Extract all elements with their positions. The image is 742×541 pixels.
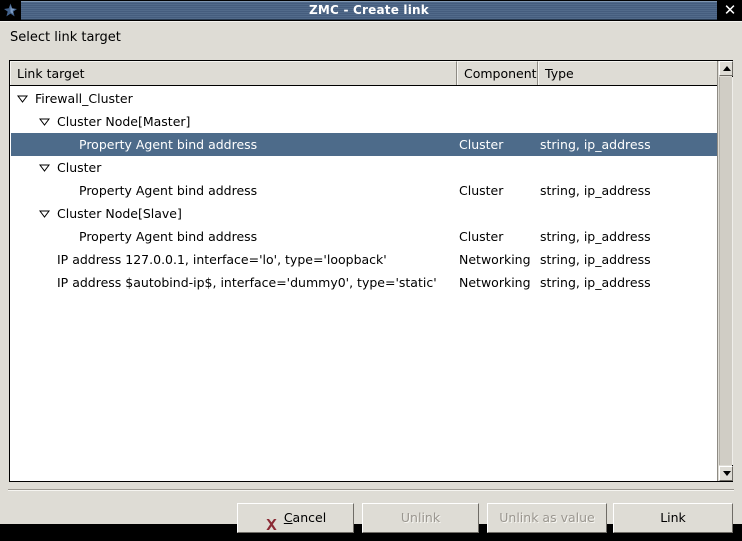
tree-row-type: string, ip_address — [540, 137, 651, 152]
tree-row-label: Cluster Node[Master] — [57, 114, 191, 129]
tree-row[interactable]: Cluster Node[Master] — [11, 110, 717, 133]
unlink-as-value-button[interactable]: Unlink as value — [487, 503, 607, 533]
tree-row[interactable]: Cluster — [11, 156, 717, 179]
close-icon[interactable]: ✕ — [719, 1, 741, 20]
tree-row-label: Firewall_Cluster — [35, 91, 133, 106]
window-title: ZMC - Create link — [309, 3, 429, 17]
tree-row-label: Property Agent bind address — [79, 183, 258, 198]
cancel-button[interactable]: Cancel — [237, 503, 354, 533]
tree-row-type: string, ip_address — [540, 229, 651, 244]
chevron-down-icon[interactable] — [39, 118, 50, 126]
tree-row-label: Cluster — [57, 160, 102, 175]
tree-row[interactable]: Property Agent bind address Cluster string… — [11, 225, 717, 248]
column-header-link-target[interactable]: Link target — [10, 61, 457, 85]
link-button[interactable]: Link — [613, 503, 733, 533]
scroll-up-arrow-glyph — [723, 66, 731, 71]
title-bar: ZMC - Create link ✕ — [0, 0, 742, 21]
tree-row-type: string, ip_address — [540, 183, 651, 198]
tree-row[interactable]: Firewall_Cluster — [11, 87, 717, 110]
tree-header: Link target Component Type — [10, 61, 732, 86]
tree-row[interactable]: IP address 127.0.0.1, interface='lo', ty… — [11, 248, 717, 271]
tree-row-label: Property Agent bind address — [79, 229, 258, 244]
chevron-down-icon[interactable] — [39, 164, 50, 172]
tree-row-component: Cluster — [459, 137, 504, 152]
tree-row-component: Cluster — [459, 229, 504, 244]
tree-row[interactable]: Property Agent bind address Cluster string… — [11, 133, 717, 156]
tree-row[interactable]: Cluster Node[Slave] — [11, 202, 717, 225]
scroll-down-icon[interactable] — [719, 466, 733, 481]
app-star-icon — [2, 2, 19, 19]
tree-row[interactable]: IP address $autobind-ip$, interface='dum… — [11, 271, 717, 294]
tree-viewport: Firewall_Cluster Cluster Node[Master] Prop… — [11, 87, 717, 480]
column-header-component[interactable]: Component — [457, 61, 538, 85]
cancel-button-label: Cancel — [284, 504, 326, 532]
scroll-up-icon[interactable] — [719, 61, 733, 76]
tree-row-type: string, ip_address — [540, 252, 651, 267]
chevron-down-icon[interactable] — [17, 95, 28, 103]
tree-row-component: Networking — [459, 275, 531, 290]
tree-row-label: Property Agent bind address — [79, 137, 258, 152]
cancel-accel-letter: C — [283, 510, 293, 525]
tree-row-component: Cluster — [459, 183, 504, 198]
tree-row[interactable]: Property Agent bind address Cluster string… — [11, 179, 717, 202]
column-header-type[interactable]: Type — [538, 61, 717, 85]
unlink-button[interactable]: Unlink — [362, 503, 479, 533]
tree-row-label: IP address $autobind-ip$, interface='dum… — [57, 275, 437, 290]
tree-row-label: IP address 127.0.0.1, interface='lo', ty… — [57, 252, 387, 267]
cancel-label-rest: ancel — [292, 510, 327, 525]
page-title: Select link target — [10, 30, 121, 45]
scrollbar-track[interactable] — [719, 77, 733, 465]
link-target-tree[interactable]: Link target Component Type Firewall_Clus… — [9, 60, 733, 482]
scroll-down-arrow-glyph — [723, 471, 731, 476]
tree-row-label: Cluster Node[Slave] — [57, 206, 182, 221]
dialog-window: ZMC - Create link ✕ Select link target L… — [0, 0, 742, 533]
tree-row-component: Networking — [459, 252, 531, 267]
tree-row-type: string, ip_address — [540, 275, 651, 290]
dialog-body: Select link target Link target Component… — [0, 21, 742, 533]
chevron-down-icon[interactable] — [39, 210, 50, 218]
button-bar-separator — [8, 489, 734, 491]
vertical-scrollbar[interactable] — [717, 61, 733, 481]
